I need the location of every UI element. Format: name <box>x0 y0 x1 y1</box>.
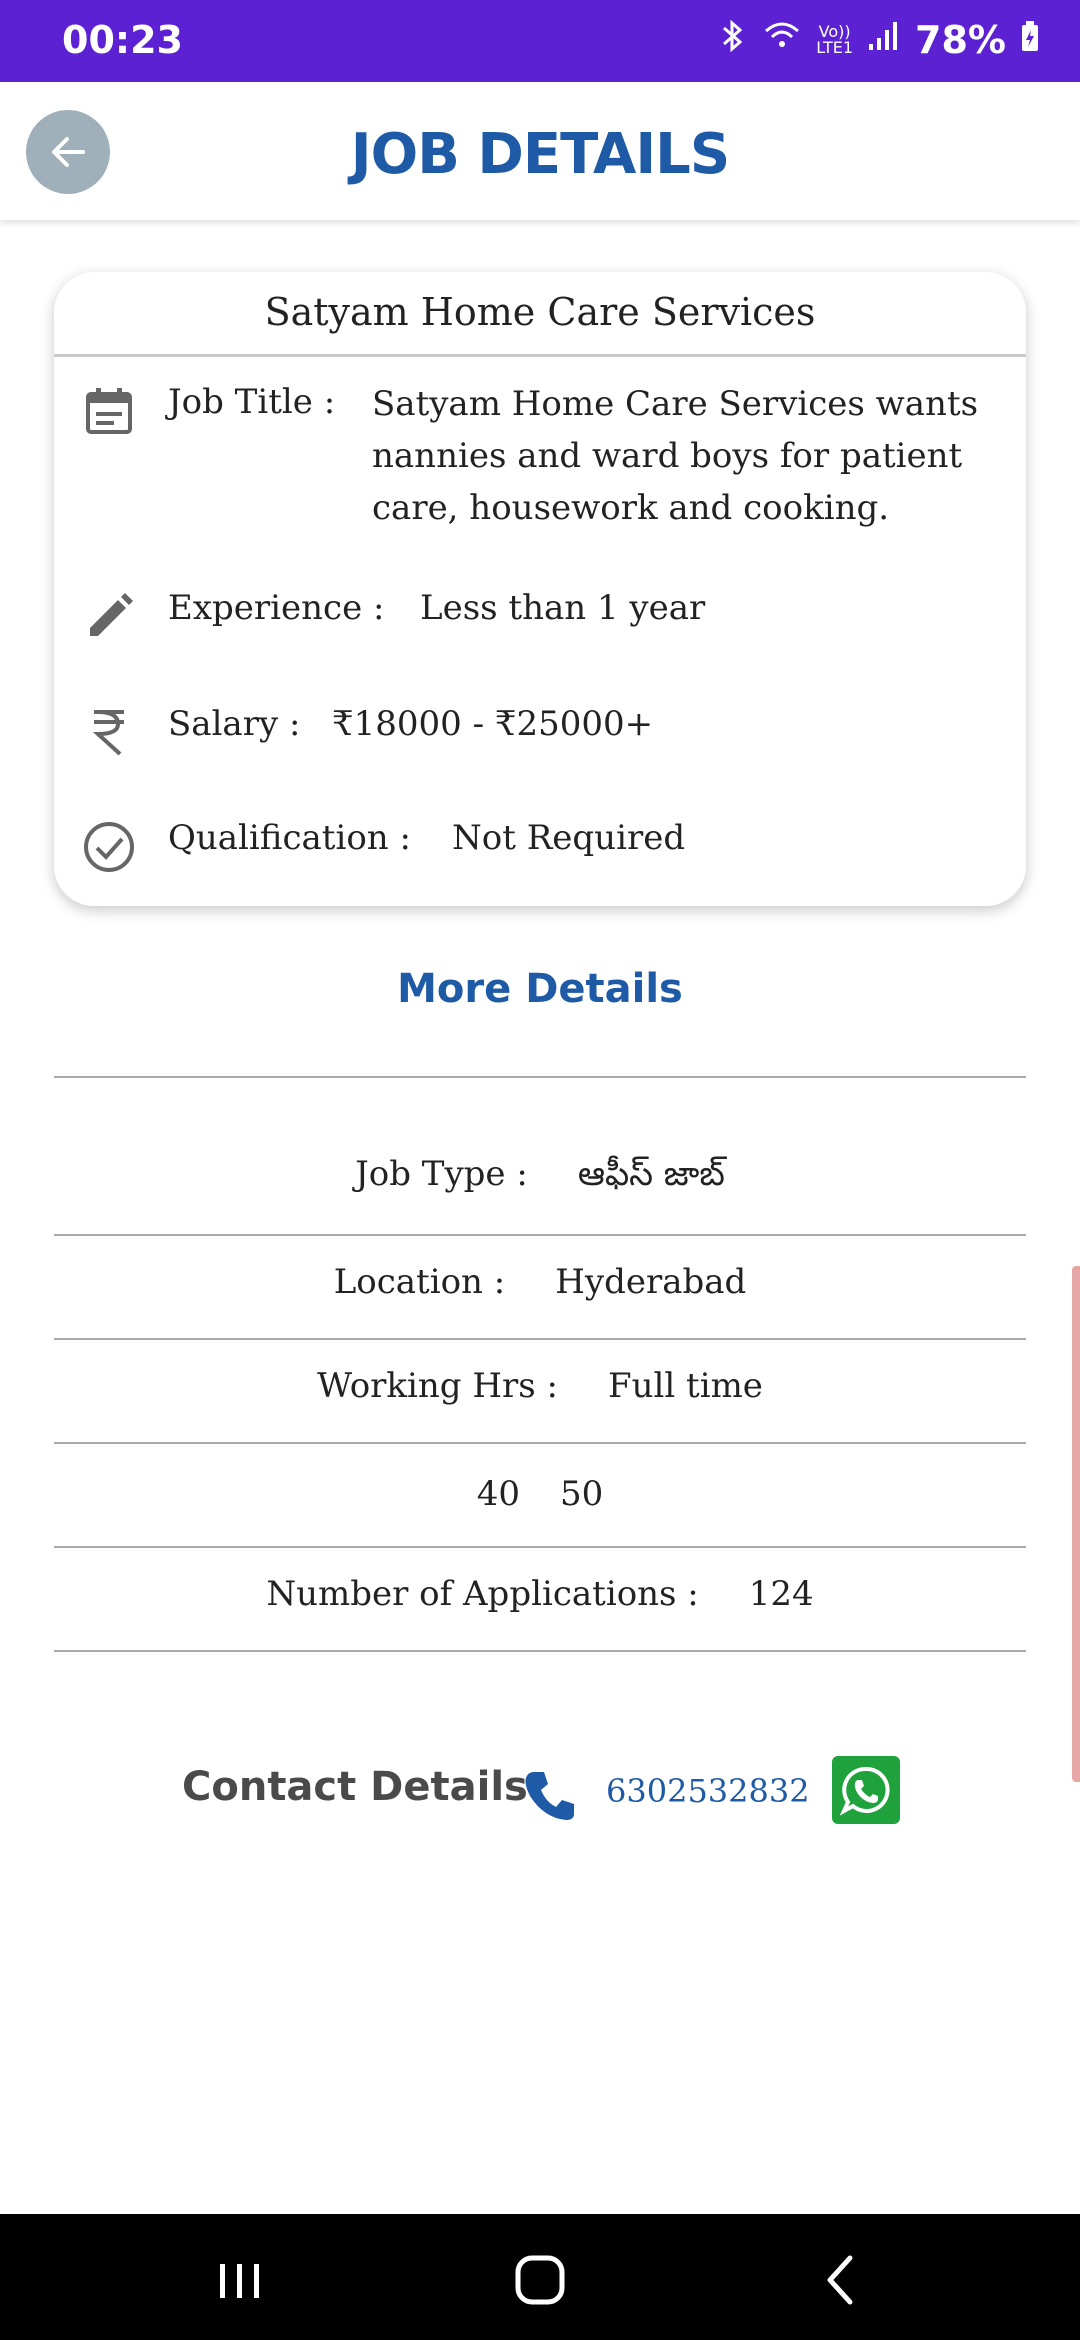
salary-value: ₹18000 - ₹25000+ <box>332 704 654 744</box>
page-title: JOB DETAILS <box>350 122 730 187</box>
company-name: Satyam Home Care Services <box>264 290 816 334</box>
more-details-heading: More Details <box>397 966 683 1012</box>
bluetooth-icon <box>718 18 748 62</box>
job-title-label: Job Title : <box>168 382 336 422</box>
system-nav-bar <box>0 2214 1080 2340</box>
calendar-icon <box>86 388 132 434</box>
wifi-icon <box>762 19 802 61</box>
working-hours-label: Working Hrs : <box>317 1366 558 1406</box>
divider <box>54 1442 1026 1444</box>
divider <box>54 1546 1026 1548</box>
phone-icon[interactable] <box>520 1766 580 1826</box>
divider <box>54 1650 1026 1652</box>
divider <box>54 1234 1026 1236</box>
contact-details-heading: Contact Details <box>182 1764 528 1810</box>
divider <box>54 1076 1026 1078</box>
signal-icon <box>867 20 901 60</box>
back-nav-icon[interactable] <box>812 2250 872 2310</box>
qualification-value: Not Required <box>452 818 686 858</box>
network-type: Vo)) LTE1 <box>816 22 854 57</box>
job-type-value: ఆఫీస్ జాబ్ <box>577 1154 725 1194</box>
status-icons: Vo)) LTE1 78% <box>718 18 1040 62</box>
battery-icon <box>1020 20 1040 60</box>
age-max: 50 <box>560 1474 604 1514</box>
experience-label: Experience : <box>168 588 385 628</box>
location-value: Hyderabad <box>555 1262 747 1302</box>
job-type-row: Job Type : ఆఫీస్ జాబ్ <box>54 1154 1026 1202</box>
age-range-row: 40 50 <box>54 1474 1026 1514</box>
pencil-icon <box>90 593 133 636</box>
whatsapp-icon <box>839 1766 890 1816</box>
whatsapp-button[interactable] <box>832 1756 900 1824</box>
working-hours-value: Full time <box>607 1366 763 1406</box>
battery-level: 78% <box>915 18 1006 62</box>
qualification-label: Qualification : <box>168 818 411 858</box>
card-divider <box>54 354 1026 357</box>
status-time: 00:23 <box>62 18 183 62</box>
job-type-label: Job Type : <box>355 1154 528 1194</box>
job-summary-card: Satyam Home Care Services Job Title : Sa… <box>54 272 1026 906</box>
phone-number[interactable]: 6302532832 <box>606 1772 810 1810</box>
salary-label: Salary : <box>168 704 301 744</box>
applications-label: Number of Applications : <box>266 1574 699 1614</box>
experience-value: Less than 1 year <box>420 588 706 628</box>
home-icon[interactable] <box>510 2250 570 2310</box>
age-min: 40 <box>476 1474 520 1514</box>
contact-details: Contact Details 6302532832 <box>0 1756 1080 1836</box>
applications-row: Number of Applications : 124 <box>54 1574 1026 1614</box>
check-circle-icon <box>84 822 134 872</box>
applications-value: 124 <box>748 1574 814 1614</box>
location-row: Location : Hyderabad <box>54 1262 1026 1302</box>
location-label: Location : <box>333 1262 506 1302</box>
app-bar: JOB DETAILS <box>0 82 1080 220</box>
job-title-value: Satyam Home Care Services wants nannies … <box>372 384 979 528</box>
rupee-icon <box>92 710 124 756</box>
divider <box>54 1338 1026 1340</box>
working-hours-row: Working Hrs : Full time <box>54 1366 1026 1406</box>
scroll-indicator[interactable] <box>1072 1266 1080 1782</box>
status-bar: 00:23 Vo)) LTE1 78% <box>0 0 1080 82</box>
recent-apps-icon[interactable] <box>210 2250 270 2310</box>
